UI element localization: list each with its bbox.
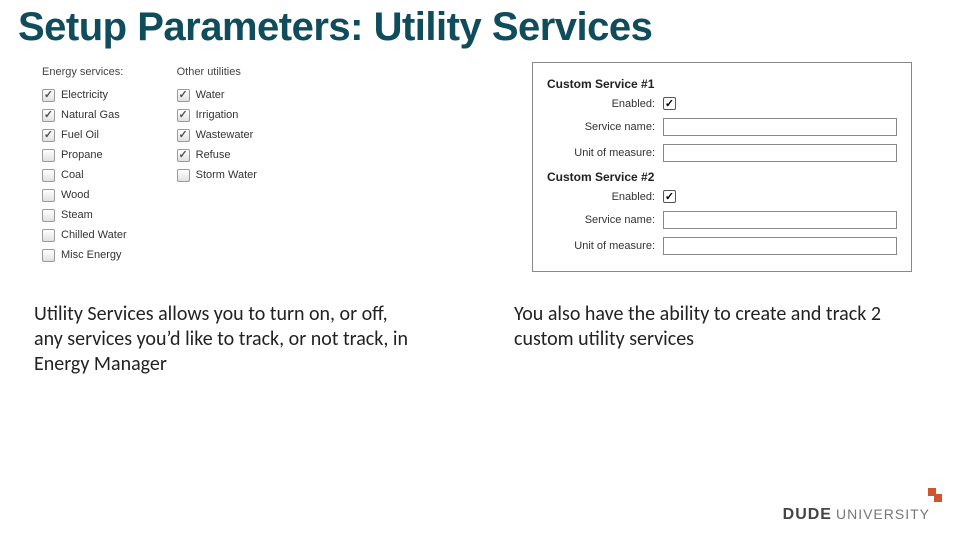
- energy-services-header: Energy services:: [42, 66, 127, 78]
- service-name-input[interactable]: [663, 118, 897, 136]
- other-utility-checkbox[interactable]: [177, 169, 190, 182]
- other-utility-label: Irrigation: [196, 109, 239, 121]
- energy-service-row: Propane: [42, 146, 127, 164]
- energy-service-checkbox[interactable]: [42, 149, 55, 162]
- energy-service-row: Steam: [42, 206, 127, 224]
- other-utility-row: Wastewater: [177, 126, 257, 144]
- unit-of-measure-input[interactable]: [663, 144, 897, 162]
- unit-of-measure-input[interactable]: [663, 237, 897, 255]
- energy-service-checkbox[interactable]: [42, 129, 55, 142]
- energy-service-row: Electricity: [42, 86, 127, 104]
- service-name-label: Service name:: [547, 121, 655, 133]
- page-title: Setup Parameters: Utility Services: [0, 0, 960, 52]
- energy-service-label: Wood: [61, 189, 90, 201]
- unit-of-measure-label: Unit of measure:: [547, 147, 655, 159]
- energy-service-label: Chilled Water: [61, 229, 127, 241]
- energy-service-label: Electricity: [61, 89, 108, 101]
- other-utilities-column: Other utilities Water Irrigation Wastewate…: [177, 66, 257, 264]
- service-name-label: Service name:: [547, 214, 655, 226]
- footer-brand: DUDE: [783, 506, 832, 524]
- energy-service-checkbox[interactable]: [42, 209, 55, 222]
- energy-service-label: Misc Energy: [61, 249, 122, 261]
- other-utility-row: Storm Water: [177, 166, 257, 184]
- footer-suffix: UNIVERSITY: [836, 506, 930, 522]
- custom-services-panel: Custom Service #1 Enabled: Service name: Un…: [532, 66, 912, 272]
- energy-service-row: Wood: [42, 186, 127, 204]
- energy-service-checkbox[interactable]: [42, 89, 55, 102]
- brand-corner-mark-icon: [928, 488, 942, 502]
- energy-service-label: Coal: [61, 169, 84, 181]
- energy-service-label: Natural Gas: [61, 109, 120, 121]
- other-utility-label: Water: [196, 89, 225, 101]
- other-utility-checkbox[interactable]: [177, 89, 190, 102]
- other-utility-row: Water: [177, 86, 257, 104]
- other-utility-label: Storm Water: [196, 169, 257, 181]
- custom-service-header: Custom Service #1: [547, 77, 897, 91]
- energy-service-row: Coal: [42, 166, 127, 184]
- caption-right: You also have the ability to create and …: [514, 302, 894, 377]
- energy-service-row: Chilled Water: [42, 226, 127, 244]
- other-utility-row: Refuse: [177, 146, 257, 164]
- caption-left: Utility Services allows you to turn on, …: [34, 302, 414, 377]
- other-utility-checkbox[interactable]: [177, 129, 190, 142]
- energy-service-row: Natural Gas: [42, 106, 127, 124]
- enabled-checkbox[interactable]: [663, 97, 676, 110]
- other-utility-checkbox[interactable]: [177, 149, 190, 162]
- energy-service-row: Misc Energy: [42, 246, 127, 264]
- custom-service-header: Custom Service #2: [547, 170, 897, 184]
- other-utility-label: Wastewater: [196, 129, 254, 141]
- other-utility-checkbox[interactable]: [177, 109, 190, 122]
- energy-service-label: Steam: [61, 209, 93, 221]
- energy-services-column: Energy services: Electricity Natural Gas F…: [42, 66, 127, 264]
- enabled-checkbox[interactable]: [663, 190, 676, 203]
- utility-services-panel: Energy services: Electricity Natural Gas F…: [42, 66, 422, 264]
- other-utility-label: Refuse: [196, 149, 231, 161]
- energy-service-checkbox[interactable]: [42, 109, 55, 122]
- service-name-input[interactable]: [663, 211, 897, 229]
- other-utilities-header: Other utilities: [177, 66, 257, 78]
- other-utility-row: Irrigation: [177, 106, 257, 124]
- energy-service-checkbox[interactable]: [42, 189, 55, 202]
- unit-of-measure-label: Unit of measure:: [547, 240, 655, 252]
- enabled-label: Enabled:: [547, 98, 655, 110]
- energy-service-label: Fuel Oil: [61, 129, 99, 141]
- energy-service-checkbox[interactable]: [42, 229, 55, 242]
- energy-service-checkbox[interactable]: [42, 169, 55, 182]
- energy-service-row: Fuel Oil: [42, 126, 127, 144]
- energy-service-label: Propane: [61, 149, 103, 161]
- footer-logo: DUDE UNIVERSITY: [783, 506, 930, 524]
- energy-service-checkbox[interactable]: [42, 249, 55, 262]
- enabled-label: Enabled:: [547, 191, 655, 203]
